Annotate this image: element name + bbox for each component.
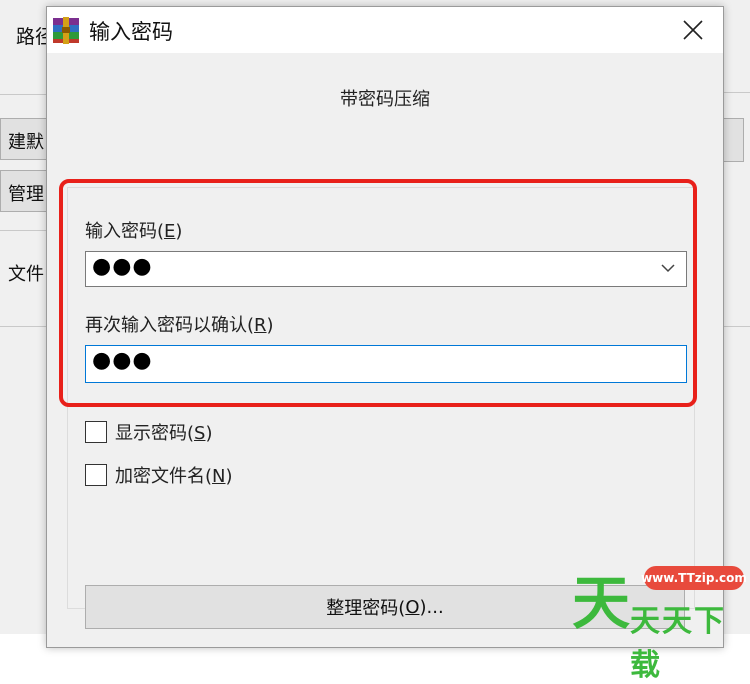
close-button[interactable] [673, 11, 713, 49]
bg-label-file: 文件 [8, 264, 44, 285]
bg-right-button[interactable] [722, 118, 744, 162]
bg-divider [0, 326, 46, 327]
encrypt-filenames-label: 加密文件名(N) [115, 466, 233, 487]
watermark-text: 天天下载 [630, 604, 726, 683]
winrar-icon [53, 17, 79, 44]
title-bar: 输入密码 [47, 7, 723, 53]
password-dialog: 输入密码 带密码压缩 输入密码(E) ●●● 再次输入密码以确认(R) ●●● … [46, 6, 724, 648]
close-icon [683, 20, 703, 40]
encrypt-filenames-option[interactable]: 加密文件名(N) [85, 462, 233, 488]
bg-divider [0, 230, 46, 231]
bg-divider [722, 326, 750, 327]
show-password-label: 显示密码(S) [115, 423, 213, 444]
bg-divider [722, 92, 750, 93]
bg-divider [0, 94, 46, 95]
bg-label-manage: 管理 [8, 184, 44, 205]
watermark-logo: 天 [572, 569, 631, 637]
dialog-title: 输入密码 [89, 20, 173, 44]
watermark-url: www.TTzip.com [641, 566, 747, 590]
show-password-checkbox[interactable] [85, 421, 107, 443]
red-highlight-box [59, 179, 697, 407]
encrypt-filenames-checkbox[interactable] [85, 464, 107, 486]
show-password-option[interactable]: 显示密码(S) [85, 419, 213, 445]
dialog-subtitle: 带密码压缩 [340, 89, 430, 110]
bg-label-default: 建默 [8, 132, 44, 153]
